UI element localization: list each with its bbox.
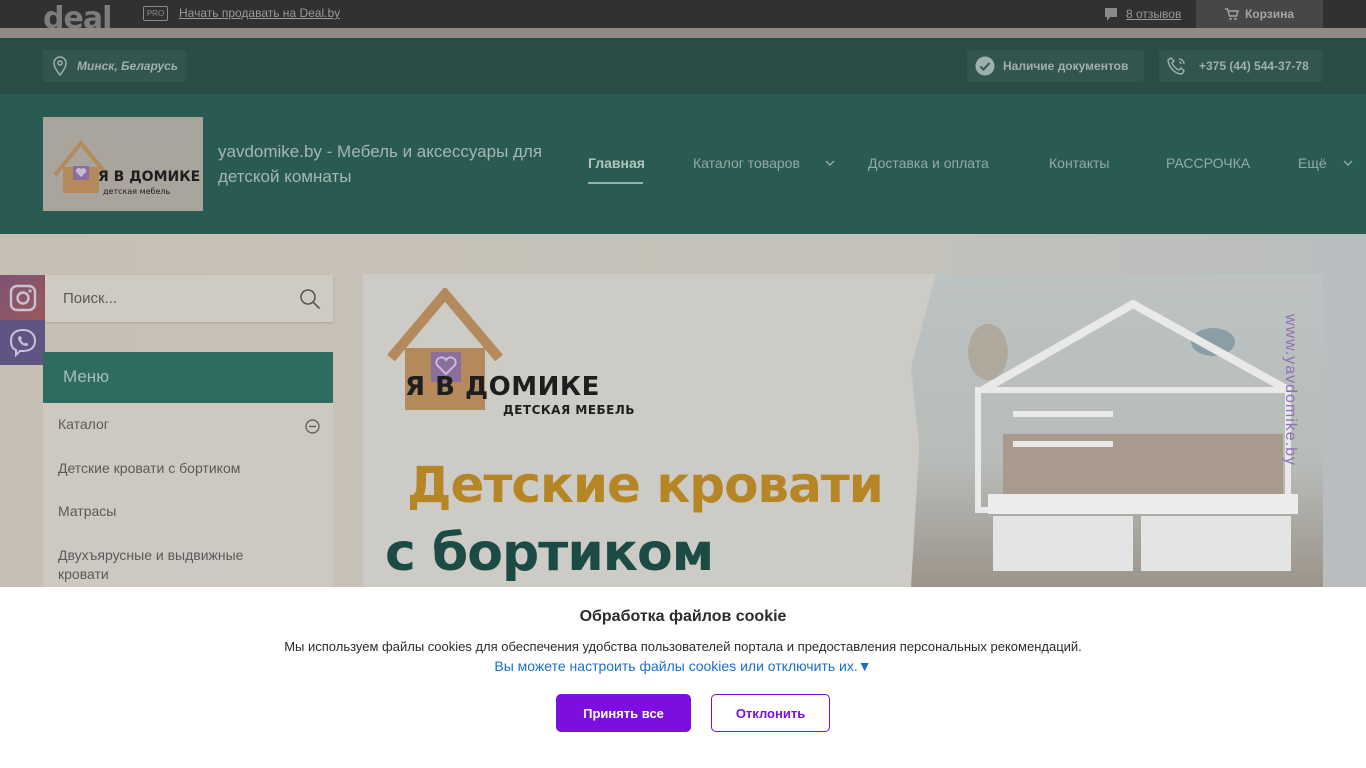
pro-badge: PRO xyxy=(143,6,168,21)
instagram-button[interactable] xyxy=(0,275,45,320)
location-button[interactable]: Минск, Беларусь xyxy=(43,50,186,82)
reviews[interactable]: 8 отзывов xyxy=(1104,6,1181,22)
documents-button[interactable]: Наличие документов xyxy=(967,50,1144,82)
banner-watermark: www.yavdomike.by xyxy=(1282,314,1299,467)
reviews-link[interactable]: 8 отзывов xyxy=(1126,7,1181,21)
phone-icon xyxy=(1167,57,1185,75)
search-icon[interactable] xyxy=(299,288,321,310)
viber-icon xyxy=(9,328,36,357)
menu-header: Меню xyxy=(43,352,333,403)
main-navigation: Главная Каталог товаров Доставка и оплат… xyxy=(0,154,1366,184)
chevron-down-icon[interactable] xyxy=(825,160,835,167)
hero-banner[interactable]: Я В ДОМИКЕ ДЕТСКАЯ МЕБЕЛЬ Детские кроват… xyxy=(363,274,1323,587)
collapse-minus-icon[interactable] xyxy=(305,419,320,434)
verified-check-icon xyxy=(975,56,995,76)
location-text: Минск, Беларусь xyxy=(77,59,178,73)
menu-list: Каталог Детские кровати с бортиком Матра… xyxy=(43,403,333,587)
banner-brand: Я В ДОМИКЕ xyxy=(405,372,600,402)
logo-sub-text: детская мебель xyxy=(103,187,171,196)
nav-item-delivery[interactable]: Доставка и оплата xyxy=(868,154,989,172)
banner-headline-1: Детские кровати xyxy=(407,456,884,514)
divider-strip xyxy=(0,28,1366,38)
cookie-text: Мы используем файлы cookies для обеспече… xyxy=(284,639,1082,654)
nav-item-home[interactable]: Главная xyxy=(588,154,645,172)
accept-all-button[interactable]: Принять все xyxy=(556,694,691,732)
bed-illustration xyxy=(968,299,1298,571)
phone-button[interactable]: +375 (44) 544-37-78 xyxy=(1159,50,1323,82)
instagram-icon xyxy=(9,284,36,311)
map-pin-icon xyxy=(53,56,67,76)
deal-top-bar: deal PRO Начать продавать на Deal.by 8 о… xyxy=(0,0,1366,28)
nav-item-more[interactable]: Ещё xyxy=(1298,154,1327,172)
cookie-title: Обработка файлов cookie xyxy=(579,608,787,625)
menu-title: Меню xyxy=(63,367,109,386)
banner-headline-2: с бортиком xyxy=(385,523,714,583)
nav-item-installments[interactable]: РАССРОЧКА xyxy=(1166,154,1250,172)
nav-item-catalog[interactable]: Каталог товаров xyxy=(693,154,800,172)
deal-logo[interactable]: deal xyxy=(43,2,111,28)
cookie-settings-link[interactable]: Вы можете настроить файлы cookies или от… xyxy=(0,658,1366,674)
search-box xyxy=(45,275,333,322)
banner-brand-sub: ДЕТСКАЯ МЕБЕЛЬ xyxy=(503,403,635,417)
menu-item-mattresses[interactable]: Матрасы xyxy=(58,502,278,521)
documents-text: Наличие документов xyxy=(1003,59,1129,73)
location-bar: Минск, Беларусь Наличие документов +375 … xyxy=(0,38,1366,94)
menu-item-beds-with-rail[interactable]: Детские кровати с бортиком xyxy=(58,459,278,478)
menu-item-catalog[interactable]: Каталог xyxy=(58,415,278,434)
phone-text: +375 (44) 544-37-78 xyxy=(1199,59,1309,73)
chevron-down-icon[interactable] xyxy=(1343,160,1353,167)
cookie-consent-panel: Обработка файлов cookie Мы используем фа… xyxy=(0,587,1366,768)
cart-icon xyxy=(1224,7,1239,20)
menu-item-bunk-beds[interactable]: Двухъярусные и выдвижные кровати xyxy=(58,546,278,584)
cart-button[interactable]: Корзина xyxy=(1196,0,1323,28)
comment-icon xyxy=(1105,7,1117,21)
site-header: Я В ДОМИКЕ детская мебель yavdomike.by -… xyxy=(0,94,1366,234)
active-nav-underline xyxy=(588,182,643,184)
search-input[interactable] xyxy=(45,275,295,322)
viber-button[interactable] xyxy=(0,320,45,365)
cart-label: Корзина xyxy=(1244,7,1295,21)
nav-item-contacts[interactable]: Контакты xyxy=(1049,154,1109,172)
start-selling-link[interactable]: Начать продавать на Deal.by xyxy=(179,6,340,20)
decline-button[interactable]: Отклонить xyxy=(711,694,830,732)
